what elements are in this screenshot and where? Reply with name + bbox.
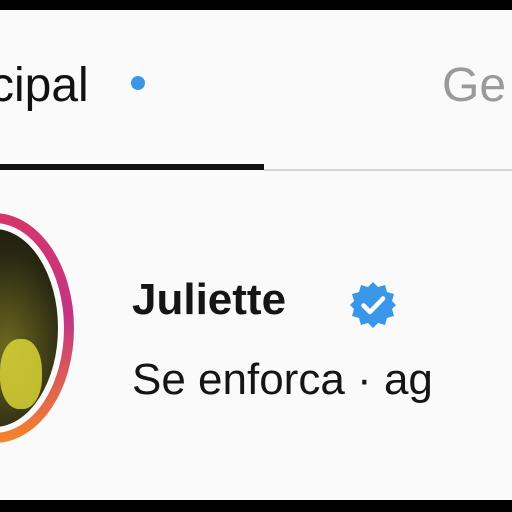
tab-primary-label: cipal [0,59,89,112]
screenshot-frame: cipal Ge Juliette Se enforca · ag [0,0,512,512]
message-time: ag [383,355,433,404]
app-screen: cipal Ge Juliette Se enforca · ag [0,10,512,500]
unread-dot [131,76,145,90]
verified-check-icon [350,282,396,328]
message-preview-text: Se enforca [132,355,345,404]
active-tab-indicator [0,164,264,170]
avatar-photo-detail [0,339,42,409]
preview-separator: · [357,355,372,404]
message-preview[interactable]: Se enforca · ag [132,354,433,406]
tab-primary[interactable]: cipal [0,58,89,114]
tab-general-label: Ge [442,59,507,112]
tab-general[interactable]: Ge [442,58,506,114]
conversation-name[interactable]: Juliette [132,274,286,326]
tab-divider [264,169,512,171]
